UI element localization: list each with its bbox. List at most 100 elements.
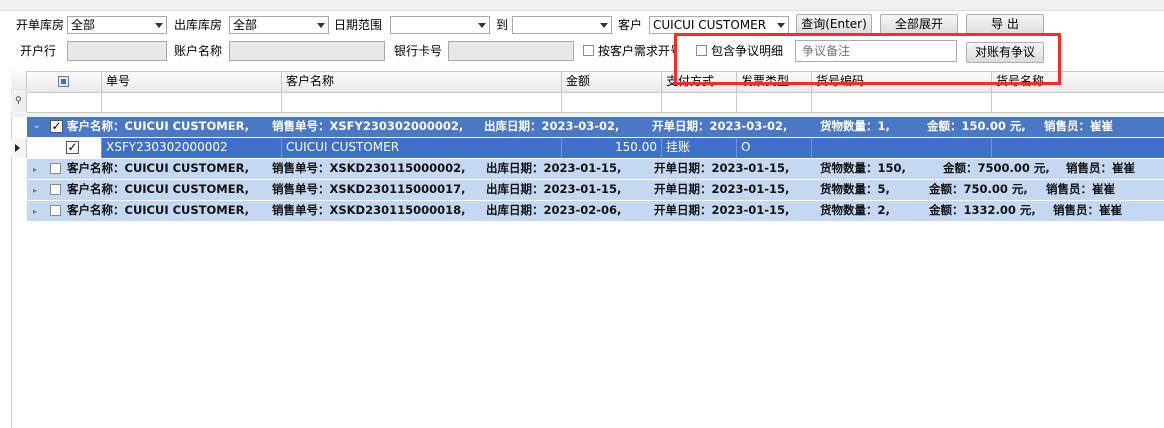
detail-amount: 150.00 <box>562 138 662 158</box>
outbound-warehouse-select[interactable]: 全部 <box>229 16 329 34</box>
group-seller: 销售员：崔崔 <box>1053 203 1122 217</box>
expand-chevron-icon[interactable]: ▸ <box>33 202 37 221</box>
filter-indicator-cell: ⚲ <box>11 92 27 112</box>
filter-item-code[interactable] <box>812 92 992 112</box>
group-row[interactable]: ⌄ ✓ 客户名称：CUICUI CUSTOMER, 销售单号：XSFY23030… <box>27 117 1164 138</box>
group-bill-date: 开单日期：2023-01-15, <box>654 182 790 196</box>
group-seller: 销售员：崔崔 <box>1044 119 1113 133</box>
select-all-checkbox[interactable] <box>58 76 69 87</box>
group-order-no: 销售单号：XSFY230302000002, <box>272 119 464 133</box>
detail-payment: 挂账 <box>662 138 737 158</box>
to-label: 到 <box>496 18 509 32</box>
col-amount[interactable]: 金额 <box>562 72 662 92</box>
date-from-picker[interactable] <box>390 16 490 34</box>
group-seller: 销售员：崔崔 <box>1066 161 1135 175</box>
filter-payment[interactable] <box>662 92 737 112</box>
billing-warehouse-value: 全部 <box>71 18 96 32</box>
col-customer-name[interactable]: 客户名称 <box>282 72 562 92</box>
header-indicator-cell <box>11 71 27 91</box>
customer-label: 客户 <box>618 18 643 32</box>
filter-row <box>27 92 1164 113</box>
current-row-arrow-icon <box>15 144 20 152</box>
group-bill-date: 开单日期：2023-01-15, <box>654 203 790 217</box>
detail-select-cell[interactable]: ✓ <box>27 138 102 158</box>
group-seller: 销售员：崔崔 <box>1046 182 1115 196</box>
detail-row[interactable]: ✓ XSFY230302000002 CUICUI CUSTOMER 150.0… <box>27 138 1164 158</box>
group-order-no: 销售单号：XSKD230115000002, <box>272 161 466 175</box>
detail-indicator-cell <box>11 138 27 158</box>
group-bill-date: 开单日期：2023-01-15, <box>654 161 790 175</box>
export-button[interactable]: 导 出 <box>966 14 1044 35</box>
customer-select[interactable]: CUICUI CUSTOMER <box>649 16 789 34</box>
bank-card-label: 银行卡号 <box>394 44 443 58</box>
filter-invoice-type[interactable] <box>737 92 812 112</box>
billing-warehouse-label: 开单库房 <box>16 18 65 32</box>
query-button[interactable]: 查询(Enter) <box>796 14 872 35</box>
chevron-down-icon <box>777 23 785 28</box>
group-amount: 金额：1332.00 元, <box>929 203 1036 217</box>
account-name-input[interactable] <box>229 41 385 61</box>
filter-item-name[interactable] <box>992 92 1164 112</box>
chevron-down-icon <box>478 23 486 28</box>
filter-order-no[interactable] <box>102 92 282 112</box>
group-row[interactable]: ▸ 客户名称：CUICUI CUSTOMER, 销售单号：XSKD2301150… <box>27 159 1164 180</box>
select-all-partial-mark <box>61 79 66 84</box>
expand-chevron-icon[interactable]: ▸ <box>33 181 37 200</box>
group-amount: 金额：7500.00 元, <box>943 161 1050 175</box>
group-amount: 金额：750.00 元, <box>929 182 1028 196</box>
date-to-picker[interactable] <box>512 16 612 34</box>
expand-chevron-icon[interactable]: ▸ <box>33 160 37 179</box>
outbound-warehouse-value: 全部 <box>233 18 258 32</box>
group-out-date: 出库日期：2023-03-02, <box>484 119 620 133</box>
highlight-box <box>674 33 1061 85</box>
by-customer-label: 按客户需求开号 <box>598 44 676 58</box>
collapse-chevron-icon[interactable]: ⌄ <box>33 117 41 136</box>
filter-customer-name[interactable] <box>282 92 562 112</box>
group-customer: 客户名称：CUICUI CUSTOMER, <box>67 161 250 175</box>
date-range-label: 日期范围 <box>334 18 383 32</box>
group-qty: 货物数量：5, <box>820 182 890 196</box>
detail-item-code <box>812 138 992 158</box>
filter-amount[interactable] <box>562 92 662 112</box>
left-gutter <box>0 70 12 428</box>
group-checkbox[interactable] <box>50 184 61 195</box>
filter-pin-icon: ⚲ <box>15 96 22 106</box>
chevron-down-icon <box>155 23 163 28</box>
billing-warehouse-select[interactable]: 全部 <box>67 16 167 34</box>
detail-customer: CUICUI CUSTOMER <box>282 138 562 158</box>
group-out-date: 出库日期：2023-02-06, <box>486 203 622 217</box>
group-customer: 客户名称：CUICUI CUSTOMER, <box>67 119 250 133</box>
group-bill-date: 开单日期：2023-03-02, <box>652 119 788 133</box>
account-name-label: 账户名称 <box>174 44 223 58</box>
detail-invoice: O <box>737 138 812 158</box>
chevron-down-icon <box>600 23 608 28</box>
group-out-date: 出库日期：2023-01-15, <box>486 182 622 196</box>
bank-label: 开户行 <box>20 44 57 58</box>
group-out-date: 出库日期：2023-01-15, <box>486 161 622 175</box>
expand-all-button[interactable]: 全部展开 <box>880 14 958 35</box>
detail-item-name <box>992 138 1164 158</box>
col-order-no[interactable]: 单号 <box>102 72 282 92</box>
filter-select-cell[interactable] <box>27 92 102 112</box>
group-customer: 客户名称：CUICUI CUSTOMER, <box>67 203 250 217</box>
group-checkbox-checked[interactable]: ✓ <box>50 120 63 133</box>
group-amount: 金额：150.00 元, <box>927 119 1026 133</box>
bank-input[interactable] <box>67 41 167 61</box>
group-qty: 货物数量：2, <box>820 203 890 217</box>
outbound-warehouse-label: 出库库房 <box>174 18 223 32</box>
group-row[interactable]: ▸ 客户名称：CUICUI CUSTOMER, 销售单号：XSKD2301150… <box>27 201 1164 222</box>
header-select-all-cell[interactable] <box>27 72 102 92</box>
group-qty: 货物数量：1, <box>820 119 890 133</box>
group-checkbox[interactable] <box>50 205 61 216</box>
detail-checkbox-checked[interactable]: ✓ <box>66 141 79 154</box>
bank-card-input[interactable] <box>448 41 574 61</box>
window-top-border <box>0 0 1164 11</box>
chevron-down-icon <box>317 23 325 28</box>
group-row[interactable]: ▸ 客户名称：CUICUI CUSTOMER, 销售单号：XSKD2301150… <box>27 180 1164 201</box>
group-order-no: 销售单号：XSKD230115000017, <box>272 182 466 196</box>
by-customer-checkbox[interactable] <box>583 45 594 56</box>
group-checkbox[interactable] <box>50 163 61 174</box>
group-qty: 货物数量：150, <box>820 161 906 175</box>
group-customer: 客户名称：CUICUI CUSTOMER, <box>67 182 250 196</box>
detail-order-no: XSFY230302000002 <box>102 138 282 158</box>
